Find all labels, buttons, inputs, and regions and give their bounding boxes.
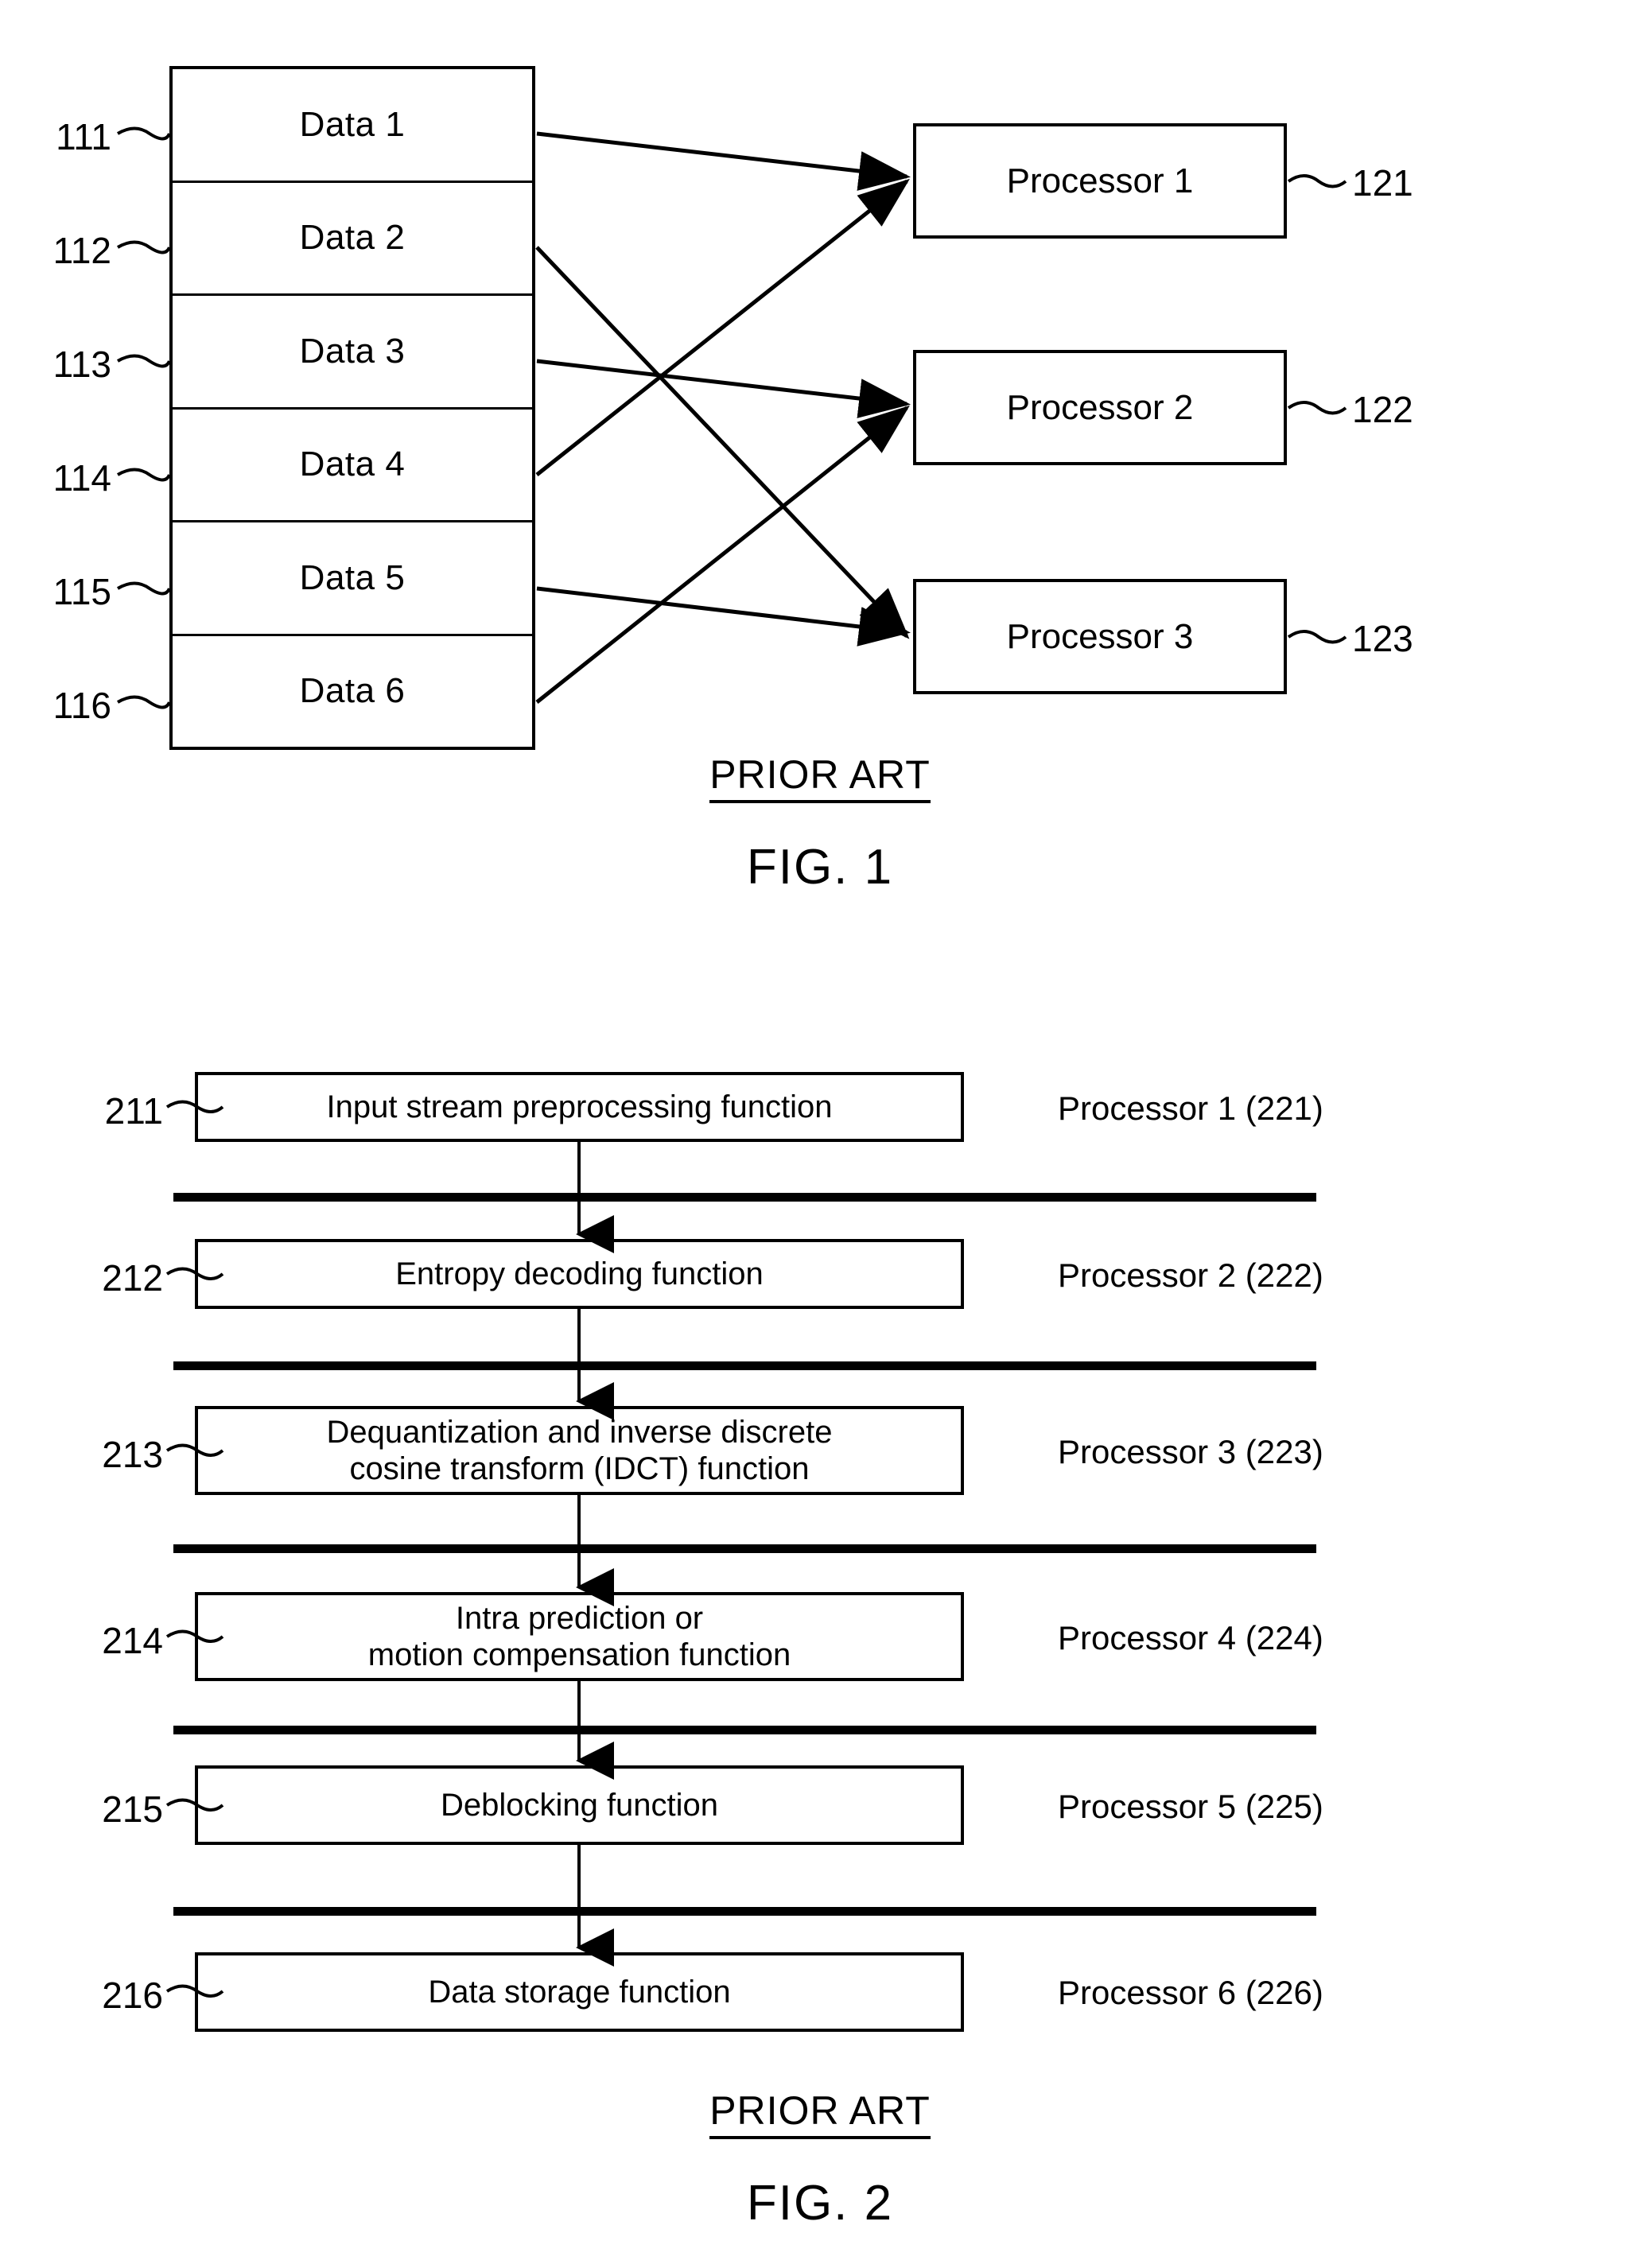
pipeline-separator-2 xyxy=(173,1361,1316,1370)
stage-box-216: Data storage function xyxy=(195,1952,964,2032)
stage-215-label: Deblocking function xyxy=(440,1788,719,1823)
figure-2: Input stream preprocessing function Entr… xyxy=(0,0,1640,2268)
pipeline-separator-4 xyxy=(173,1726,1316,1734)
figure-2-caption: FIG. 2 xyxy=(746,2176,894,2231)
stage-214-processor: Processor 4 (224) xyxy=(1058,1619,1323,1656)
stage-213-processor: Processor 3 (223) xyxy=(1058,1433,1323,1470)
ref-212: 212 xyxy=(102,1257,163,1299)
ref-211: 211 xyxy=(104,1090,163,1132)
ref-213: 213 xyxy=(102,1434,163,1475)
ref-214: 214 xyxy=(102,1620,163,1661)
stage-box-212: Entropy decoding function xyxy=(195,1239,964,1309)
stage-211-processor: Processor 1 (221) xyxy=(1058,1089,1323,1127)
stage-216-label: Data storage function xyxy=(428,1975,731,2010)
pipeline-separator-5 xyxy=(173,1907,1316,1916)
stage-211-label: Input stream preprocessing function xyxy=(326,1089,833,1124)
figure-2-prior-art-text: PRIOR ART xyxy=(709,2088,931,2139)
stage-212-label: Entropy decoding function xyxy=(395,1256,764,1291)
ref-216: 216 xyxy=(102,1975,163,2016)
stage-box-211: Input stream preprocessing function xyxy=(195,1072,964,1142)
stage-213-label: Dequantization and inverse discrete cosi… xyxy=(327,1414,833,1487)
stage-214-label: Intra prediction or motion compensation … xyxy=(368,1600,791,1673)
stage-213-line1: Dequantization and inverse discrete xyxy=(326,1415,833,1450)
stage-212-processor: Processor 2 (222) xyxy=(1058,1256,1323,1294)
stage-box-213: Dequantization and inverse discrete cosi… xyxy=(195,1406,964,1495)
stage-216-processor: Processor 6 (226) xyxy=(1058,1974,1323,2011)
stage-214-line1: Intra prediction or xyxy=(455,1601,704,1636)
pipeline-separator-3 xyxy=(173,1544,1316,1553)
stage-box-215: Deblocking function xyxy=(195,1765,964,1845)
stage-214-line2: motion compensation function xyxy=(367,1637,791,1672)
stage-213-line2: cosine transform (IDCT) function xyxy=(349,1451,810,1486)
pipeline-separator-1 xyxy=(173,1193,1316,1202)
figure-2-prior-art-caption: PRIOR ART xyxy=(0,2087,1640,2139)
stage-box-214: Intra prediction or motion compensation … xyxy=(195,1592,964,1681)
stage-215-processor: Processor 5 (225) xyxy=(1058,1788,1323,1825)
ref-215: 215 xyxy=(102,1788,163,1830)
